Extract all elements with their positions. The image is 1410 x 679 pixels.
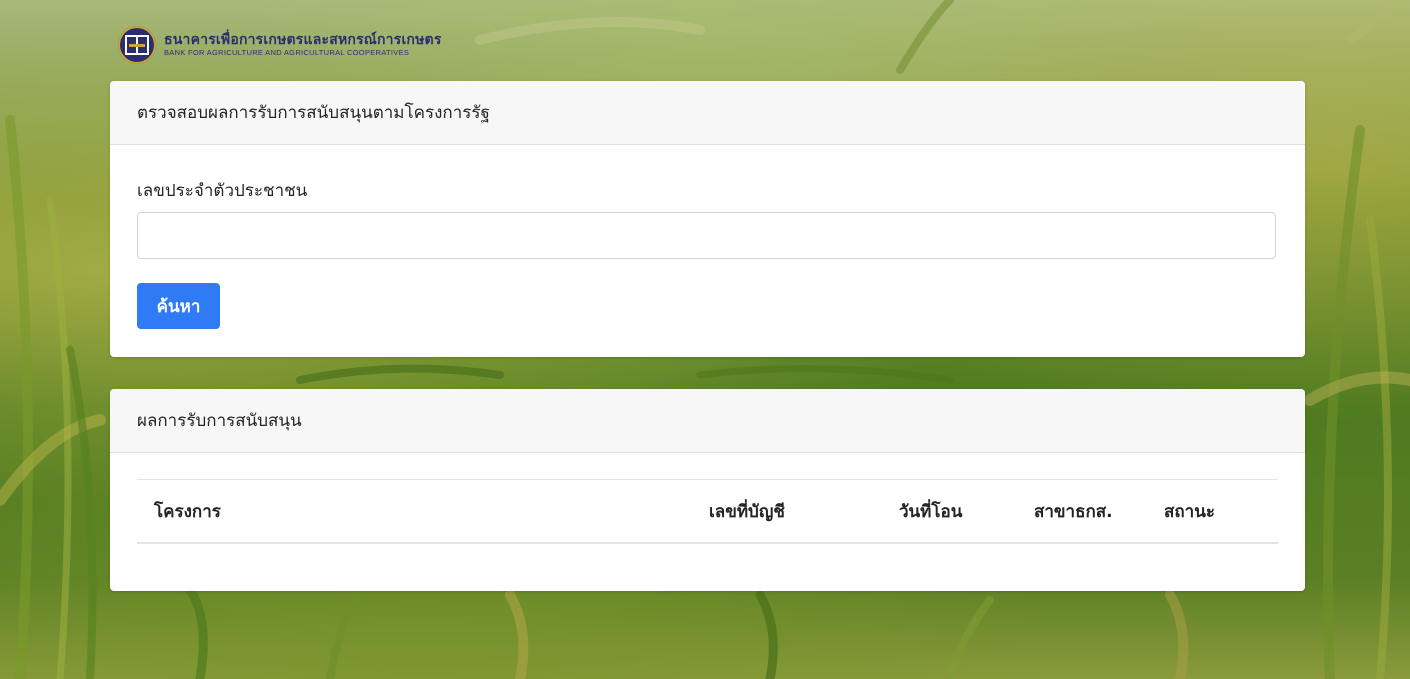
id-number-label: เลขประจำตัวประชาชน — [137, 181, 308, 201]
search-card-header: ตรวจสอบผลการรับการสนับสนุนตามโครงการรัฐ — [110, 81, 1305, 145]
bank-name-thai: ธนาคารเพื่อการเกษตรและสหกรณ์การเกษตร — [164, 32, 442, 49]
bank-name-english: BANK FOR AGRICULTURE AND AGRICULTURAL CO… — [164, 48, 410, 58]
column-header-project: โครงการ — [154, 501, 221, 522]
table-header-row: โครงการ เลขที่บัญชี วันที่โอน สาขาธกส. ส… — [137, 479, 1278, 543]
baac-logo-icon — [118, 26, 156, 64]
column-header-transfer-date: วันที่โอน — [899, 501, 963, 522]
result-table: โครงการ เลขที่บัญชี วันที่โอน สาขาธกส. ส… — [137, 479, 1278, 544]
result-card: ผลการรับการสนับสนุน โครงการ เลขที่บัญชี … — [110, 389, 1305, 591]
search-card: ตรวจสอบผลการรับการสนับสนุนตามโครงการรัฐ … — [110, 81, 1305, 357]
column-header-status: สถานะ — [1164, 501, 1215, 522]
column-header-account-number: เลขที่บัญชี — [709, 501, 785, 522]
bank-logo: ธนาคารเพื่อการเกษตรและสหกรณ์การเกษตร BAN… — [118, 26, 442, 64]
column-header-branch: สาขาธกส. — [1034, 501, 1113, 522]
result-card-header: ผลการรับการสนับสนุน — [110, 389, 1305, 453]
id-number-input[interactable] — [137, 212, 1276, 259]
search-button[interactable]: ค้นหา — [137, 283, 220, 329]
